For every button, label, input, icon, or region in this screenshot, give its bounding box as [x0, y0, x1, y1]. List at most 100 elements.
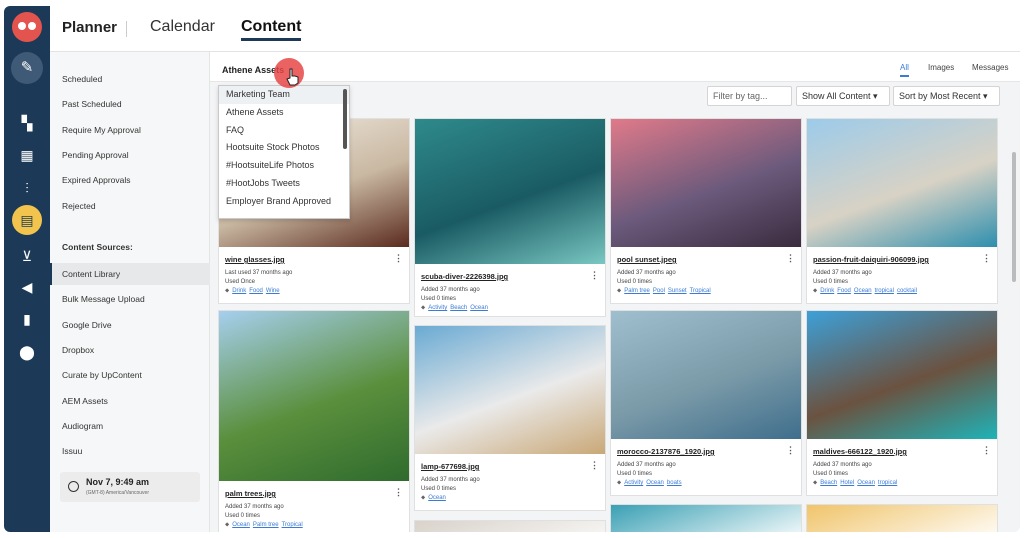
- asset-thumbnail[interactable]: [415, 326, 605, 454]
- sidebar-item-pending-approval[interactable]: Pending Approval: [50, 144, 210, 166]
- tag-link[interactable]: Tropical: [690, 288, 711, 294]
- owl-logo-icon[interactable]: [12, 12, 42, 42]
- show-content-select[interactable]: Show All Content ▾: [796, 86, 890, 106]
- tag-link[interactable]: boats: [667, 480, 682, 486]
- tag-link[interactable]: Wine: [266, 288, 280, 294]
- streams-icon[interactable]: ⫶: [4, 177, 50, 199]
- tag-link[interactable]: Ocean: [854, 288, 872, 294]
- tab-calendar[interactable]: Calendar: [150, 18, 215, 36]
- asset-card[interactable]: maldives-666122_1920.jpg ⋮ Added 37 months…: [806, 310, 998, 496]
- tag-link[interactable]: Drink: [820, 288, 834, 294]
- compose-icon[interactable]: ✎: [11, 52, 43, 84]
- tag-link[interactable]: Ocean: [232, 522, 250, 528]
- tag-link[interactable]: Tropical: [282, 522, 303, 528]
- more-options-icon[interactable]: ⋮: [590, 460, 599, 471]
- asset-name[interactable]: scuba-diver-2226398.jpg: [421, 272, 508, 281]
- asset-card[interactable]: [610, 504, 802, 532]
- asset-name[interactable]: pool sunset.jpeg: [617, 255, 677, 264]
- tab-messages[interactable]: Messages: [972, 63, 1008, 72]
- tag-link[interactable]: Ocean: [470, 305, 488, 311]
- dropdown-option[interactable]: FAQ: [219, 122, 349, 140]
- asset-thumbnail[interactable]: [807, 119, 997, 247]
- asset-name[interactable]: wine glasses.jpg: [225, 255, 285, 264]
- asset-thumbnail[interactable]: [415, 119, 605, 264]
- tag-link[interactable]: Beach: [450, 305, 467, 311]
- more-options-icon[interactable]: ⋮: [786, 253, 795, 264]
- tag-link[interactable]: Activity: [428, 305, 447, 311]
- planner-icon[interactable]: ▤: [12, 205, 42, 235]
- sidebar-item-issuu[interactable]: Issuu: [50, 440, 210, 462]
- sort-select[interactable]: Sort by Most Recent ▾: [893, 86, 1000, 106]
- analytics-icon[interactable]: ▮: [4, 308, 50, 330]
- location-icon[interactable]: ⬤: [4, 341, 50, 363]
- tab-all[interactable]: All: [900, 63, 909, 77]
- asset-card[interactable]: passion-fruit-daiquiri-906099.jpg ⋮ Added …: [806, 118, 998, 304]
- tag-link[interactable]: tropical: [875, 288, 894, 294]
- more-options-icon[interactable]: ⋮: [590, 270, 599, 281]
- tag-link[interactable]: Ocean: [646, 480, 664, 486]
- main-scrollbar[interactable]: [1012, 152, 1016, 282]
- dashboard-icon[interactable]: ▦: [4, 144, 50, 166]
- asset-thumbnail[interactable]: [611, 119, 801, 247]
- megaphone-icon[interactable]: ◀: [4, 276, 50, 298]
- asset-thumbnail[interactable]: [219, 311, 409, 481]
- dropdown-option[interactable]: Employer Brand Approved: [219, 193, 349, 211]
- more-options-icon[interactable]: ⋮: [982, 445, 991, 456]
- tag-link[interactable]: Palm tree: [253, 522, 279, 528]
- more-options-icon[interactable]: ⋮: [786, 445, 795, 456]
- sidebar-item-aem-assets[interactable]: AEM Assets: [50, 390, 210, 412]
- asset-name[interactable]: maldives-666122_1920.jpg: [813, 447, 907, 456]
- tag-link[interactable]: cocktail: [897, 288, 917, 294]
- sidebar-item-audiogram[interactable]: Audiogram: [50, 415, 210, 437]
- asset-card[interactable]: morocco-2137876_1920.jpg ⋮ Added 37 months…: [610, 310, 802, 496]
- tag-link[interactable]: tropical: [878, 480, 897, 486]
- asset-name[interactable]: morocco-2137876_1920.jpg: [617, 447, 715, 456]
- tag-link[interactable]: Activity: [624, 480, 643, 486]
- more-options-icon[interactable]: ⋮: [982, 253, 991, 264]
- tag-link[interactable]: Food: [837, 288, 851, 294]
- dropdown-option[interactable]: #HootsuiteLife Photos: [219, 157, 349, 175]
- sidebar-item-upcontent[interactable]: Curate by UpContent: [50, 364, 210, 386]
- tag-link[interactable]: Sunset: [668, 288, 687, 294]
- inbox-icon[interactable]: ⊻: [4, 245, 50, 267]
- tag-link[interactable]: Pool: [653, 288, 665, 294]
- tag-link[interactable]: Ocean: [857, 480, 875, 486]
- dropdown-option[interactable]: Marketing Team: [219, 86, 349, 104]
- tag-filter-input[interactable]: Filter by tag...: [707, 86, 792, 106]
- asset-thumbnail[interactable]: [807, 311, 997, 439]
- dropdown-option[interactable]: Athene Assets: [219, 104, 349, 122]
- more-options-icon[interactable]: ⋮: [394, 253, 403, 264]
- sidebar-item-rejected[interactable]: Rejected: [50, 195, 210, 217]
- dropdown-option[interactable]: #HootJobs Tweets: [219, 175, 349, 193]
- tag-link[interactable]: Palm tree: [624, 288, 650, 294]
- asset-card[interactable]: palm trees.jpg ⋮ Added 37 months ago Used 0…: [218, 310, 410, 532]
- sidebar-item-bulk-upload[interactable]: Bulk Message Upload: [50, 288, 210, 310]
- sidebar-item-past-scheduled[interactable]: Past Scheduled: [50, 93, 210, 115]
- tag-link[interactable]: Beach: [820, 480, 837, 486]
- asset-name[interactable]: passion-fruit-daiquiri-906099.jpg: [813, 255, 929, 264]
- sidebar-item-require-approval[interactable]: Require My Approval: [50, 119, 210, 141]
- sidebar-item-expired-approvals[interactable]: Expired Approvals: [50, 169, 210, 191]
- sidebar-item-scheduled[interactable]: Scheduled: [50, 68, 210, 90]
- sidebar-item-content-library[interactable]: Content Library: [50, 263, 210, 285]
- asset-card[interactable]: lamp-677698.jpg ⋮ Added 37 months ago Used …: [414, 325, 606, 511]
- asset-card[interactable]: [414, 520, 606, 532]
- more-options-icon[interactable]: ⋮: [394, 487, 403, 498]
- asset-card[interactable]: scuba-diver-2226398.jpg ⋮ Added 37 months …: [414, 118, 606, 317]
- asset-thumbnail[interactable]: [611, 311, 801, 439]
- boards-icon[interactable]: ▚: [4, 112, 50, 134]
- tag-link[interactable]: Hotel: [840, 480, 854, 486]
- dropdown-scrollbar[interactable]: [343, 89, 347, 149]
- tab-images[interactable]: Images: [928, 63, 954, 72]
- asset-card[interactable]: [806, 504, 998, 532]
- asset-card[interactable]: pool sunset.jpeg ⋮ Added 37 months ago Used…: [610, 118, 802, 304]
- tab-content[interactable]: Content: [241, 18, 302, 41]
- dropdown-option[interactable]: Hootsuite Stock Photos: [219, 139, 349, 157]
- asset-name[interactable]: palm trees.jpg: [225, 489, 276, 498]
- sidebar-item-dropbox[interactable]: Dropbox: [50, 339, 210, 361]
- sidebar-item-google-drive[interactable]: Google Drive: [50, 314, 210, 336]
- tag-link[interactable]: Drink: [232, 288, 246, 294]
- tag-link[interactable]: Ocean: [428, 495, 446, 501]
- asset-name[interactable]: lamp-677698.jpg: [421, 462, 479, 471]
- tag-link[interactable]: Food: [249, 288, 263, 294]
